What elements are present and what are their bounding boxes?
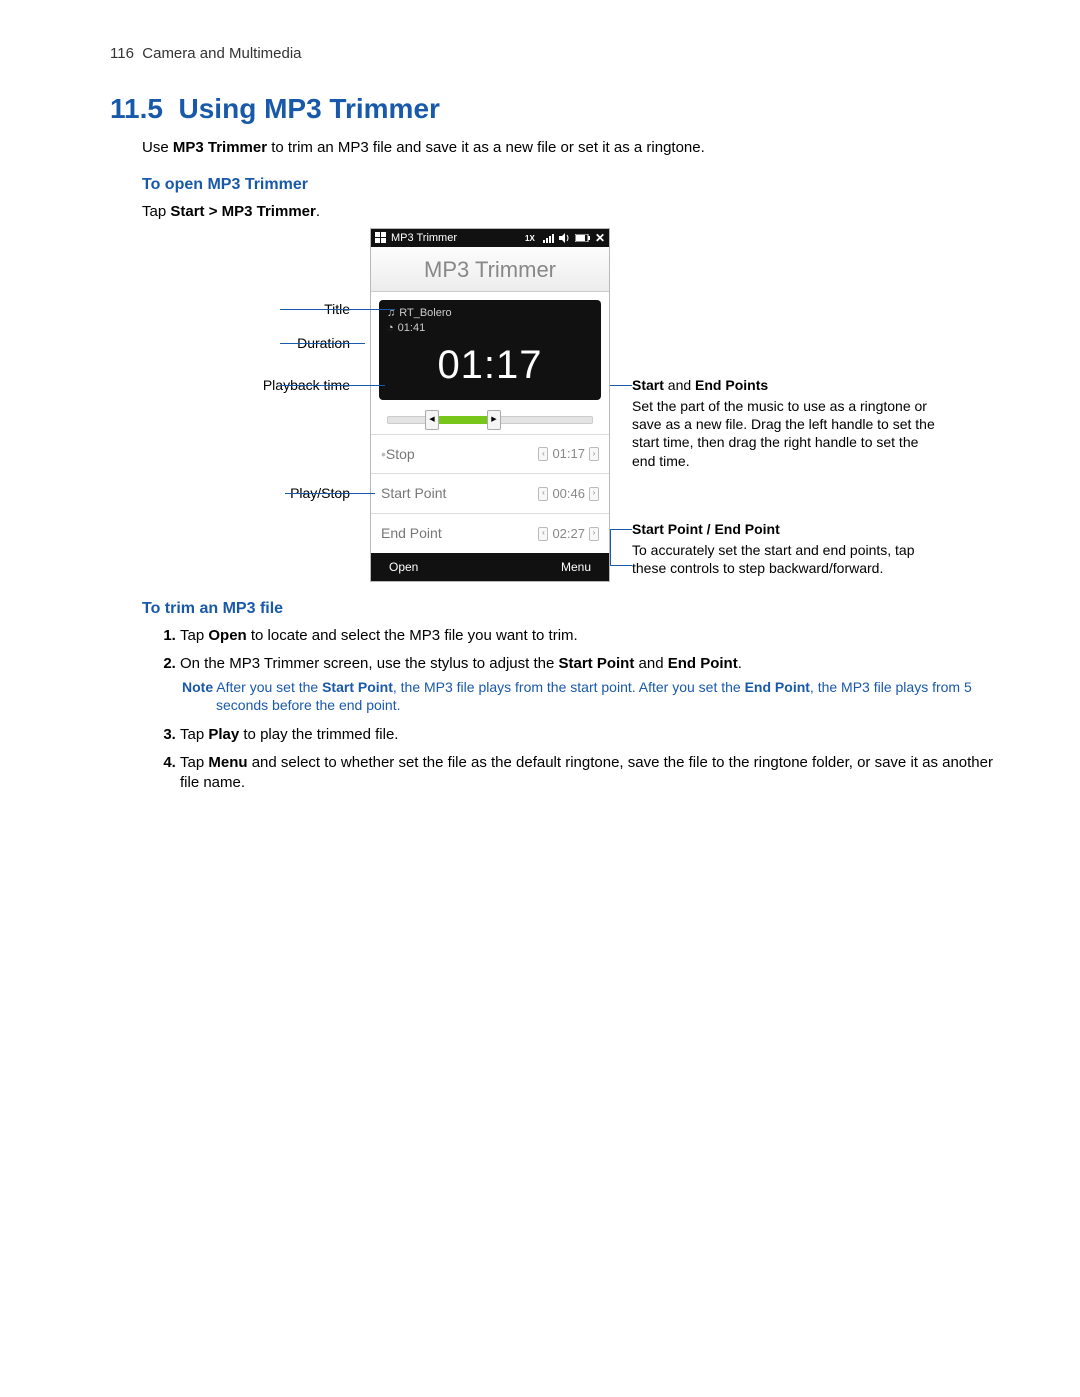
callout-playstop: Play/Stop	[210, 484, 350, 503]
playback-time: 01:17	[387, 338, 593, 392]
bottom-bar: Open Menu	[371, 553, 609, 581]
chevron-right-icon[interactable]: ›	[589, 527, 599, 541]
section-number: 11.5	[110, 93, 163, 124]
chevron-right-icon[interactable]: ›	[589, 487, 599, 501]
chapter-name: Camera and Multimedia	[142, 45, 301, 62]
section-name: Using MP3 Trimmer	[179, 93, 440, 124]
signal-bars-icon	[543, 233, 555, 243]
track-info-box: ♫ RT_Bolero ◔ 01:41 01:17	[379, 300, 601, 400]
chevron-left-icon[interactable]: ‹	[538, 447, 548, 461]
track-title: RT_Bolero	[399, 306, 451, 321]
battery-icon	[575, 234, 591, 242]
callout-title: Title	[240, 300, 350, 319]
chevron-left-icon[interactable]: ‹	[538, 527, 548, 541]
step-1: Tap Open to locate and select the MP3 fi…	[180, 626, 1010, 646]
end-point-label: End Point	[381, 524, 442, 543]
signal-1x-icon: 1X	[525, 233, 539, 243]
svg-text:1X: 1X	[525, 234, 535, 243]
slider-handle-right[interactable]: ▶	[487, 410, 501, 430]
volume-icon	[559, 233, 571, 243]
callout-step-controls: Start Point / End Point To accurately se…	[632, 520, 942, 577]
status-bar: MP3 Trimmer 1X ✕	[371, 229, 609, 247]
note: Note After you set the Start Point, the …	[214, 678, 1010, 714]
callout-start-end-points: Start and End Points Set the part of the…	[632, 376, 942, 470]
intro-text: Use MP3 Trimmer to trim an MP3 file and …	[70, 138, 1010, 158]
app-title: MP3 Trimmer	[371, 247, 609, 292]
start-point-value: 00:46	[552, 485, 585, 503]
step-4: Tap Menu and select to whether set the f…	[180, 753, 1010, 794]
end-point-row: End Point ‹ 02:27 ›	[371, 513, 609, 553]
triangle-right-icon: ▶	[491, 415, 496, 424]
status-app-name: MP3 Trimmer	[391, 231, 457, 246]
stop-time: 01:17	[552, 445, 585, 463]
chevron-right-icon[interactable]: ›	[589, 447, 599, 461]
callout-duration: Duration	[210, 334, 350, 353]
track-duration: 01:41	[398, 321, 426, 336]
clock-icon: ◔	[387, 321, 394, 336]
open-instruction: Tap Start > MP3 Trimmer.	[70, 202, 1010, 222]
stop-button[interactable]: Stop	[386, 446, 415, 462]
trim-slider[interactable]: ◀ ▶	[379, 406, 601, 434]
open-path: Start > MP3 Trimmer	[170, 203, 315, 220]
app-name-bold: MP3 Trimmer	[173, 139, 267, 156]
windows-icon	[375, 232, 387, 244]
end-point-value: 02:27	[552, 525, 585, 543]
menu-button[interactable]: Menu	[561, 559, 591, 575]
open-button[interactable]: Open	[389, 559, 418, 575]
step-3: Tap Play to play the trimmed file.	[180, 725, 1010, 745]
start-point-row: Start Point ‹ 00:46 ›	[371, 473, 609, 513]
figure: MP3 Trimmer 1X ✕ MP3 Trimmer ♫ RT_Bolero …	[70, 228, 1010, 588]
phone-screenshot: MP3 Trimmer 1X ✕ MP3 Trimmer ♫ RT_Bolero …	[370, 228, 610, 582]
page-header: 116 Camera and Multimedia	[70, 44, 1010, 64]
subheading-open: To open MP3 Trimmer	[70, 174, 1010, 196]
start-point-label: Start Point	[381, 484, 446, 503]
triangle-left-icon: ◀	[429, 415, 434, 424]
chevron-left-icon[interactable]: ‹	[538, 487, 548, 501]
play-stop-row: •Stop ‹ 01:17 ›	[371, 434, 609, 474]
callout-playback: Playback time	[175, 376, 350, 395]
slider-handle-left[interactable]: ◀	[425, 410, 439, 430]
step-2: On the MP3 Trimmer screen, use the stylu…	[180, 654, 1010, 715]
close-icon[interactable]: ✕	[595, 230, 605, 246]
music-note-icon: ♫	[387, 306, 395, 321]
page-number: 116	[110, 45, 134, 62]
subheading-trim: To trim an MP3 file	[70, 598, 1010, 620]
section-title: 11.5 Using MP3 Trimmer	[70, 90, 1010, 128]
steps-list: Tap Open to locate and select the MP3 fi…	[70, 626, 1010, 794]
